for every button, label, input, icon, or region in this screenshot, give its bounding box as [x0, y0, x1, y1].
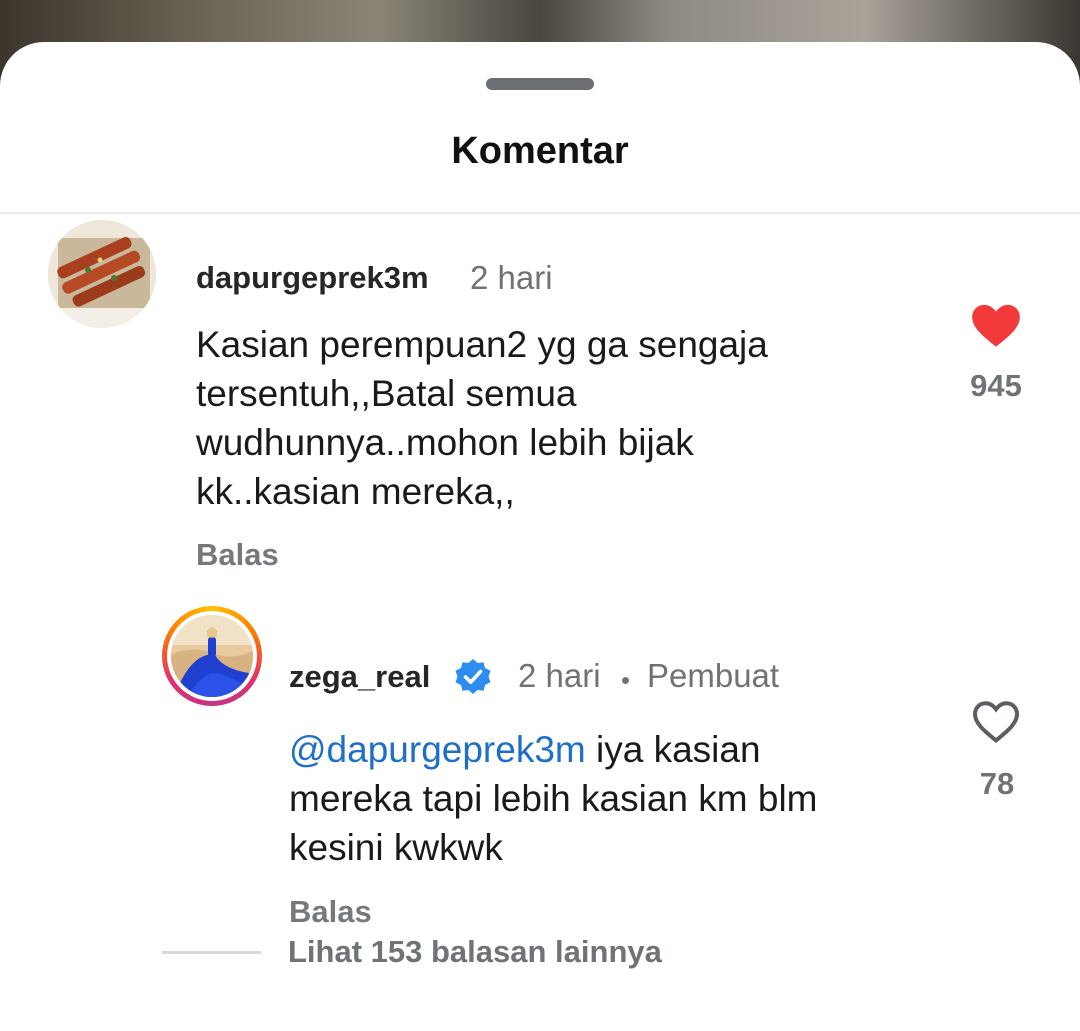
comment-text-line: kk..kasian mereka,,	[196, 471, 515, 512]
heart-outline-icon[interactable]	[972, 700, 1020, 749]
sheet-title: Komentar	[451, 130, 629, 172]
avatar[interactable]	[48, 220, 156, 328]
reply-text-line: mereka tapi lebih kasian km blm	[289, 778, 818, 819]
comments-sheet: Komentar	[0, 42, 1080, 1031]
drag-handle[interactable]	[486, 78, 594, 90]
reply-username[interactable]: zega_real	[289, 659, 430, 695]
like-count: 78	[979, 766, 1015, 801]
header-divider	[0, 212, 1080, 214]
reply-text-line: @dapurgeprek3m iya kasian	[289, 725, 818, 774]
comment-text-line: wudhunnya..mohon lebih bijak	[196, 422, 694, 463]
reply-text-segment: iya kasian	[585, 729, 761, 770]
comment-text: Kasian perempuan2 yg ga sengaja tersentu…	[196, 320, 768, 516]
avatar[interactable]	[171, 615, 253, 697]
reply-button[interactable]: Balas	[196, 537, 279, 573]
comment-text-line: Kasian perempuan2 yg ga sengaja	[196, 324, 768, 365]
like-count: 945	[970, 368, 1022, 403]
comment-text-line: tersentuh,,Batal semua	[196, 373, 577, 414]
view-more-replies-button[interactable]: Lihat 153 balasan lainnya	[288, 934, 662, 970]
reply-button[interactable]: Balas	[289, 894, 372, 930]
reply-text: @dapurgeprek3m iya kasian mereka tapi le…	[289, 725, 818, 872]
comment-timestamp: 2 hari	[470, 259, 553, 296]
reply-timestamp: 2 hari	[518, 657, 601, 694]
creator-label: Pembuat	[647, 657, 780, 694]
mention-link[interactable]: @dapurgeprek3m	[289, 729, 586, 770]
verified-badge-icon	[453, 657, 493, 702]
meta-separator	[622, 677, 629, 684]
more-replies-line	[162, 951, 261, 954]
comment-username[interactable]: dapurgeprek3m	[196, 260, 429, 296]
reply-text-line: kesini kwkwk	[289, 827, 503, 868]
heart-filled-icon[interactable]	[970, 302, 1022, 353]
